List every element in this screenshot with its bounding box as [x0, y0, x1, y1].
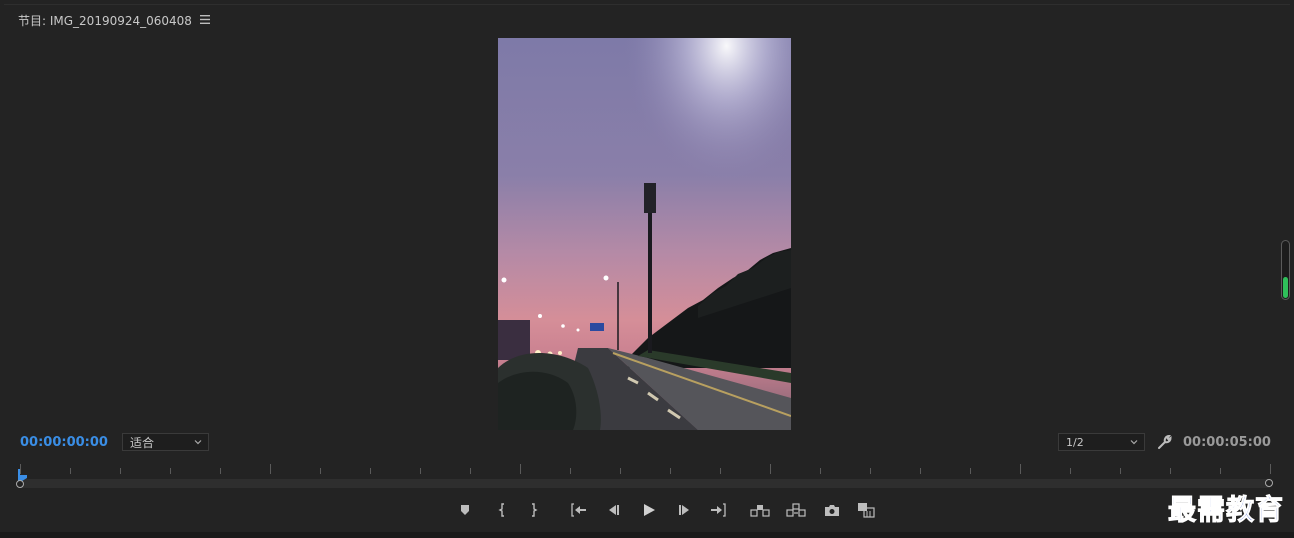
- ruler-tick: [420, 468, 421, 474]
- ruler-tick: [220, 468, 221, 474]
- lift-icon[interactable]: [750, 500, 770, 520]
- add-marker-icon[interactable]: [455, 500, 475, 520]
- video-frame[interactable]: [498, 38, 791, 430]
- go-to-out-icon[interactable]: [708, 500, 728, 520]
- watermark-text: 最需教育: [1167, 493, 1285, 527]
- ruler-tick: [270, 464, 271, 474]
- ruler-tick: [720, 468, 721, 474]
- zoom-handle-left[interactable]: [16, 480, 24, 488]
- chevron-down-icon: [1130, 440, 1138, 445]
- playhead[interactable]: [16, 466, 28, 481]
- ruler-tick: [970, 468, 971, 474]
- compare-view-icon[interactable]: [856, 500, 876, 520]
- ruler-tick: [920, 468, 921, 474]
- ruler-tick: [20, 464, 21, 474]
- panel-bottom-border: [0, 532, 1294, 538]
- playback-resolution-value: 1/2: [1066, 435, 1084, 449]
- extract-icon[interactable]: [786, 500, 806, 520]
- wrench-icon[interactable]: [1156, 433, 1174, 451]
- export-frame-icon[interactable]: [822, 500, 842, 520]
- zoom-scrollbar[interactable]: [20, 479, 1270, 488]
- ruler-tick: [1070, 468, 1071, 474]
- ruler-tick: [320, 468, 321, 474]
- ruler-tick: [1020, 464, 1021, 474]
- zoom-level-value: 适合: [130, 435, 155, 450]
- ruler-tick: [770, 464, 771, 474]
- ruler-tick: [120, 468, 121, 474]
- zoom-level-dropdown[interactable]: 适合: [122, 433, 209, 451]
- zoom-handle-right[interactable]: [1265, 479, 1273, 487]
- mark-in-icon[interactable]: [492, 500, 512, 520]
- hamburger-icon[interactable]: [199, 14, 210, 26]
- ruler-tick: [520, 464, 521, 474]
- duration-timecode: 00:00:05:00: [1183, 435, 1271, 450]
- ruler-tick: [570, 468, 571, 474]
- transport-controls: [0, 498, 1294, 522]
- ruler-tick: [870, 468, 871, 474]
- audio-level-fill: [1283, 276, 1288, 298]
- ruler-tick: [1120, 468, 1121, 474]
- chevron-down-icon: [194, 440, 202, 445]
- ruler-tick: [1220, 468, 1221, 474]
- time-ruler[interactable]: [14, 462, 1276, 494]
- ruler-tick: [670, 468, 671, 474]
- current-timecode[interactable]: 00:00:00:00: [20, 435, 108, 450]
- play-icon[interactable]: [639, 500, 659, 520]
- ruler-tick: [620, 468, 621, 474]
- step-forward-icon[interactable]: [674, 500, 694, 520]
- go-to-in-icon[interactable]: [569, 500, 589, 520]
- step-back-icon[interactable]: [604, 500, 624, 520]
- ruler-tick: [820, 468, 821, 474]
- ruler-tick: [1270, 464, 1271, 474]
- mark-out-icon[interactable]: [524, 500, 544, 520]
- ruler-tick: [170, 468, 171, 474]
- playback-resolution-dropdown[interactable]: 1/2: [1058, 433, 1145, 451]
- ruler-tick: [1170, 468, 1171, 474]
- sunset-street-image: [498, 38, 791, 430]
- panel-title[interactable]: 节目: IMG_20190924_060408: [18, 12, 192, 29]
- panel-header: 节目: IMG_20190924_060408: [18, 10, 210, 30]
- ruler-tick: [470, 468, 471, 474]
- ruler-tick: [70, 468, 71, 474]
- audio-level-meter: [1281, 240, 1290, 300]
- ruler-tick: [370, 468, 371, 474]
